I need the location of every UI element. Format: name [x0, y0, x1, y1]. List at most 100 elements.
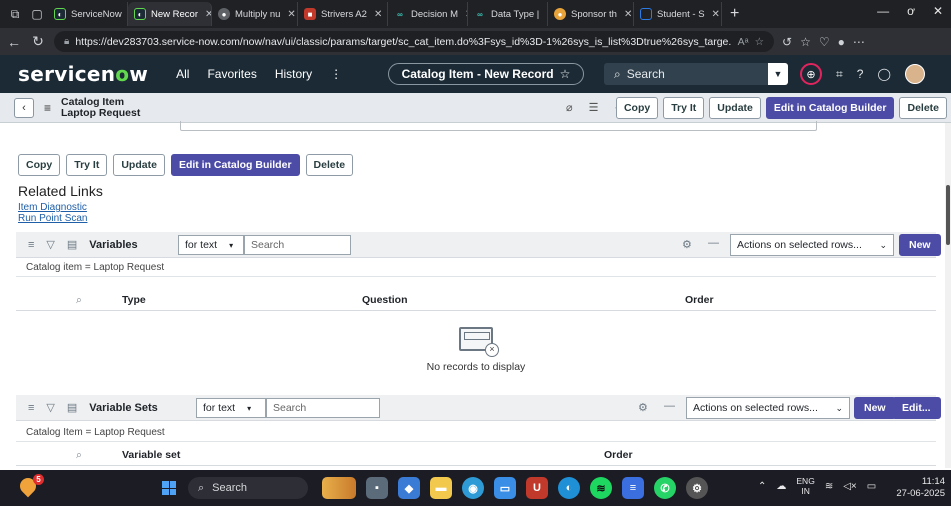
run-point-scan-link[interactable]: Run Point Scan — [18, 213, 88, 224]
scrollbar-thumb[interactable] — [946, 185, 950, 245]
collapse-list-icon[interactable]: — — [708, 237, 719, 249]
column-search-icon[interactable]: ⌕ — [76, 449, 82, 462]
more-icon[interactable]: ⋯ — [853, 35, 865, 49]
browser-tab-2[interactable]: ● Multiply nu ✕ — [212, 2, 298, 26]
variable-sets-filter-breadcrumb[interactable]: Catalog Item = Laptop Request — [16, 424, 936, 442]
browser-tab-3[interactable]: ■ Strivers A2 ✕ — [298, 2, 388, 26]
settings-gear-icon[interactable]: ⚙ — [686, 477, 708, 499]
variable-sets-edit-button[interactable]: Edit... — [892, 397, 941, 419]
nav-favorites[interactable]: Favorites — [207, 67, 256, 81]
settings-sliders-icon[interactable]: ☰ — [589, 101, 599, 114]
nav-history[interactable]: History — [275, 67, 312, 81]
nav-more[interactable]: ⋮ — [330, 67, 342, 81]
store-icon[interactable]: ▭ — [494, 477, 516, 499]
record-title-pill[interactable]: Catalog Item - New Record ☆ — [388, 63, 584, 85]
tab-close-icon[interactable]: ✕ — [624, 9, 632, 20]
tab-close-icon[interactable]: ✕ — [205, 9, 211, 20]
update-button-bottom[interactable]: Update — [113, 154, 165, 176]
minimize-icon[interactable]: — — [877, 4, 889, 18]
back-icon[interactable]: ← — [6, 34, 22, 50]
try-it-button[interactable]: Try It — [663, 97, 705, 119]
tab-close-icon[interactable]: ✕ — [374, 9, 382, 20]
tab-actions-icon[interactable]: ▢ — [26, 3, 48, 25]
variables-new-button[interactable]: New — [899, 234, 941, 256]
try-it-button-bottom[interactable]: Try It — [66, 154, 108, 176]
battery-icon[interactable]: ▭ — [867, 481, 876, 492]
user-avatar[interactable] — [904, 64, 925, 84]
browser-tab-0[interactable]: ◐ ServiceNow ✕ — [48, 2, 128, 26]
column-search-icon[interactable]: ⌕ — [76, 294, 82, 307]
attachment-icon[interactable]: ⌀ — [566, 101, 573, 114]
refresh-page-icon[interactable]: ↺ — [782, 35, 792, 49]
tab-close-icon[interactable]: ✕ — [287, 9, 295, 20]
workspaces-icon[interactable]: ⧉ — [4, 3, 26, 25]
list-view-icon[interactable]: ▤ — [67, 401, 77, 414]
windows-start-icon[interactable] — [162, 481, 176, 495]
variables-filter-breadcrumb[interactable]: Catalog item = Laptop Request — [16, 259, 936, 277]
notifications-icon[interactable]: ◯ — [877, 67, 890, 81]
nav-all[interactable]: All — [176, 67, 189, 81]
search-scope-dropdown[interactable]: ▼ — [768, 63, 788, 85]
collections-icon[interactable]: ♡ — [819, 35, 830, 49]
edge-icon[interactable]: ◐ — [558, 477, 580, 499]
browser-tab-1[interactable]: ◐ New Recor ✕ — [128, 2, 212, 26]
profile-icon[interactable]: ● — [838, 35, 845, 49]
tab-close-icon[interactable]: ✕ — [712, 9, 720, 20]
file-explorer-icon[interactable]: ▬ — [430, 477, 452, 499]
read-aloud-icon[interactable]: Aᵃ — [738, 36, 749, 48]
page-scrollbar[interactable] — [945, 123, 951, 468]
star-icon[interactable]: ☆ — [560, 67, 571, 81]
delete-button[interactable]: Delete — [899, 97, 947, 119]
taskbar-search[interactable]: ⌕ Search — [188, 477, 308, 499]
copilot-icon[interactable]: ơ — [907, 4, 915, 18]
globe-icon[interactable]: ⊕ — [800, 63, 822, 85]
list-menu-icon[interactable]: ≡ — [28, 239, 34, 251]
browser-tab-6[interactable]: ● Sponsor th ✕ — [548, 2, 634, 26]
edit-in-catalog-builder-button-bottom[interactable]: Edit in Catalog Builder — [170, 154, 300, 176]
close-window-icon[interactable]: ✕ — [933, 4, 943, 18]
filter-icon[interactable]: ▽ — [46, 238, 54, 251]
global-search[interactable]: ⌕ Search ▼ — [604, 63, 788, 85]
url-field[interactable]: 🔒︎ https://dev283703.service-now.com/now… — [54, 31, 774, 52]
weather-widget[interactable]: 5 — [16, 474, 44, 498]
chat-icon[interactable]: ⌗ — [836, 67, 843, 82]
favorites-icon[interactable]: ☆ — [800, 35, 811, 49]
variable-sets-actions-select[interactable]: Actions on selected rows... ⌄ — [686, 397, 850, 419]
copilot-app-icon[interactable]: ◆ — [398, 477, 420, 499]
tray-expand-icon[interactable]: ⌃ — [758, 481, 766, 492]
edit-in-catalog-builder-button[interactable]: Edit in Catalog Builder — [765, 97, 895, 119]
filter-icon[interactable]: ▽ — [46, 401, 54, 414]
variable-sets-search-field-select[interactable]: for text ▾ — [196, 398, 266, 418]
browser-tab-7[interactable]: Student - S ✕ — [634, 2, 722, 26]
variables-actions-select[interactable]: Actions on selected rows... ⌄ — [730, 234, 894, 256]
item-diagnostic-link[interactable]: Item Diagnostic — [18, 202, 87, 213]
variable-sets-new-button[interactable]: New — [854, 397, 896, 419]
office-icon[interactable]: U — [526, 477, 548, 499]
volume-icon[interactable]: ◁× — [843, 481, 857, 492]
form-menu-icon[interactable]: ≡ — [44, 101, 51, 115]
chrome-icon[interactable]: ◉ — [462, 477, 484, 499]
help-icon[interactable]: ? — [857, 67, 864, 81]
form-back-button[interactable]: ‹ — [14, 97, 34, 118]
servicenow-logo[interactable]: servicenow — [18, 62, 148, 86]
column-type[interactable]: Type — [122, 294, 146, 306]
copy-button-bottom[interactable]: Copy — [18, 154, 61, 176]
list-view-icon[interactable]: ▤ — [67, 238, 77, 251]
copy-button[interactable]: Copy — [615, 97, 659, 119]
taskbar-clock[interactable]: 11:14 27-06-2025 — [896, 476, 945, 500]
column-question[interactable]: Question — [362, 294, 408, 306]
list-settings-gear-icon[interactable]: ⚙ — [682, 238, 692, 251]
favorite-star-icon[interactable]: ☆ — [755, 36, 764, 48]
variables-search-field-select[interactable]: for text ▾ — [178, 235, 244, 255]
list-settings-gear-icon[interactable]: ⚙ — [638, 401, 648, 414]
whatsapp-icon[interactable]: ✆ — [654, 477, 676, 499]
notes-icon[interactable]: ≡ — [622, 477, 644, 499]
wifi-icon[interactable]: ≋ — [825, 481, 833, 492]
people-app-icon[interactable] — [322, 477, 356, 499]
variable-sets-search-input[interactable]: Search — [266, 398, 380, 418]
column-variable-set[interactable]: Variable set — [122, 449, 180, 461]
description-textarea[interactable] — [180, 121, 817, 131]
update-button[interactable]: Update — [709, 97, 761, 119]
browser-tab-4[interactable]: ∞ Decision M ✕ — [388, 2, 468, 26]
column-order[interactable]: Order — [685, 294, 714, 306]
